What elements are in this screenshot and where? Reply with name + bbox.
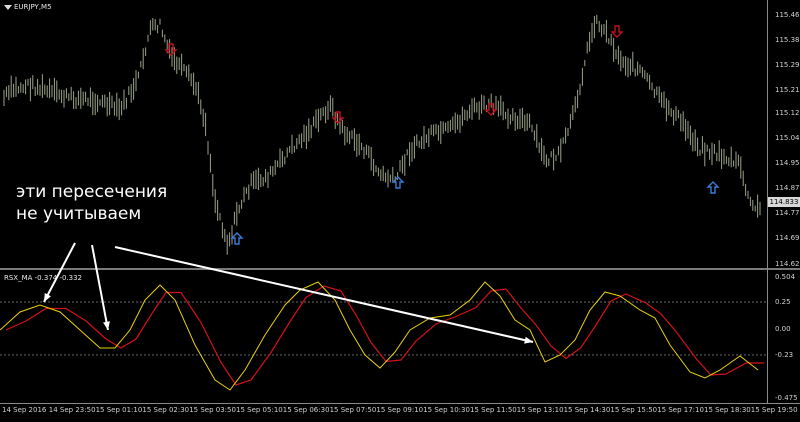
indicator-slow-line (5, 285, 764, 386)
annotation-text: эти пересечения не учитываем (16, 181, 167, 225)
buy-arrow-icon (706, 181, 720, 194)
annotation-line-2: не учитываем (16, 204, 142, 224)
annotation-arrow (43, 242, 76, 303)
indicator-fast-line (0, 281, 759, 391)
arrowhead-icon (103, 321, 110, 330)
annotation-arrow (91, 244, 109, 331)
annotation-arrow (114, 246, 534, 343)
annotation-line-1: эти пересечения (16, 182, 168, 202)
buy-arrow-icon (230, 232, 244, 245)
sell-arrow-icon (610, 25, 624, 38)
